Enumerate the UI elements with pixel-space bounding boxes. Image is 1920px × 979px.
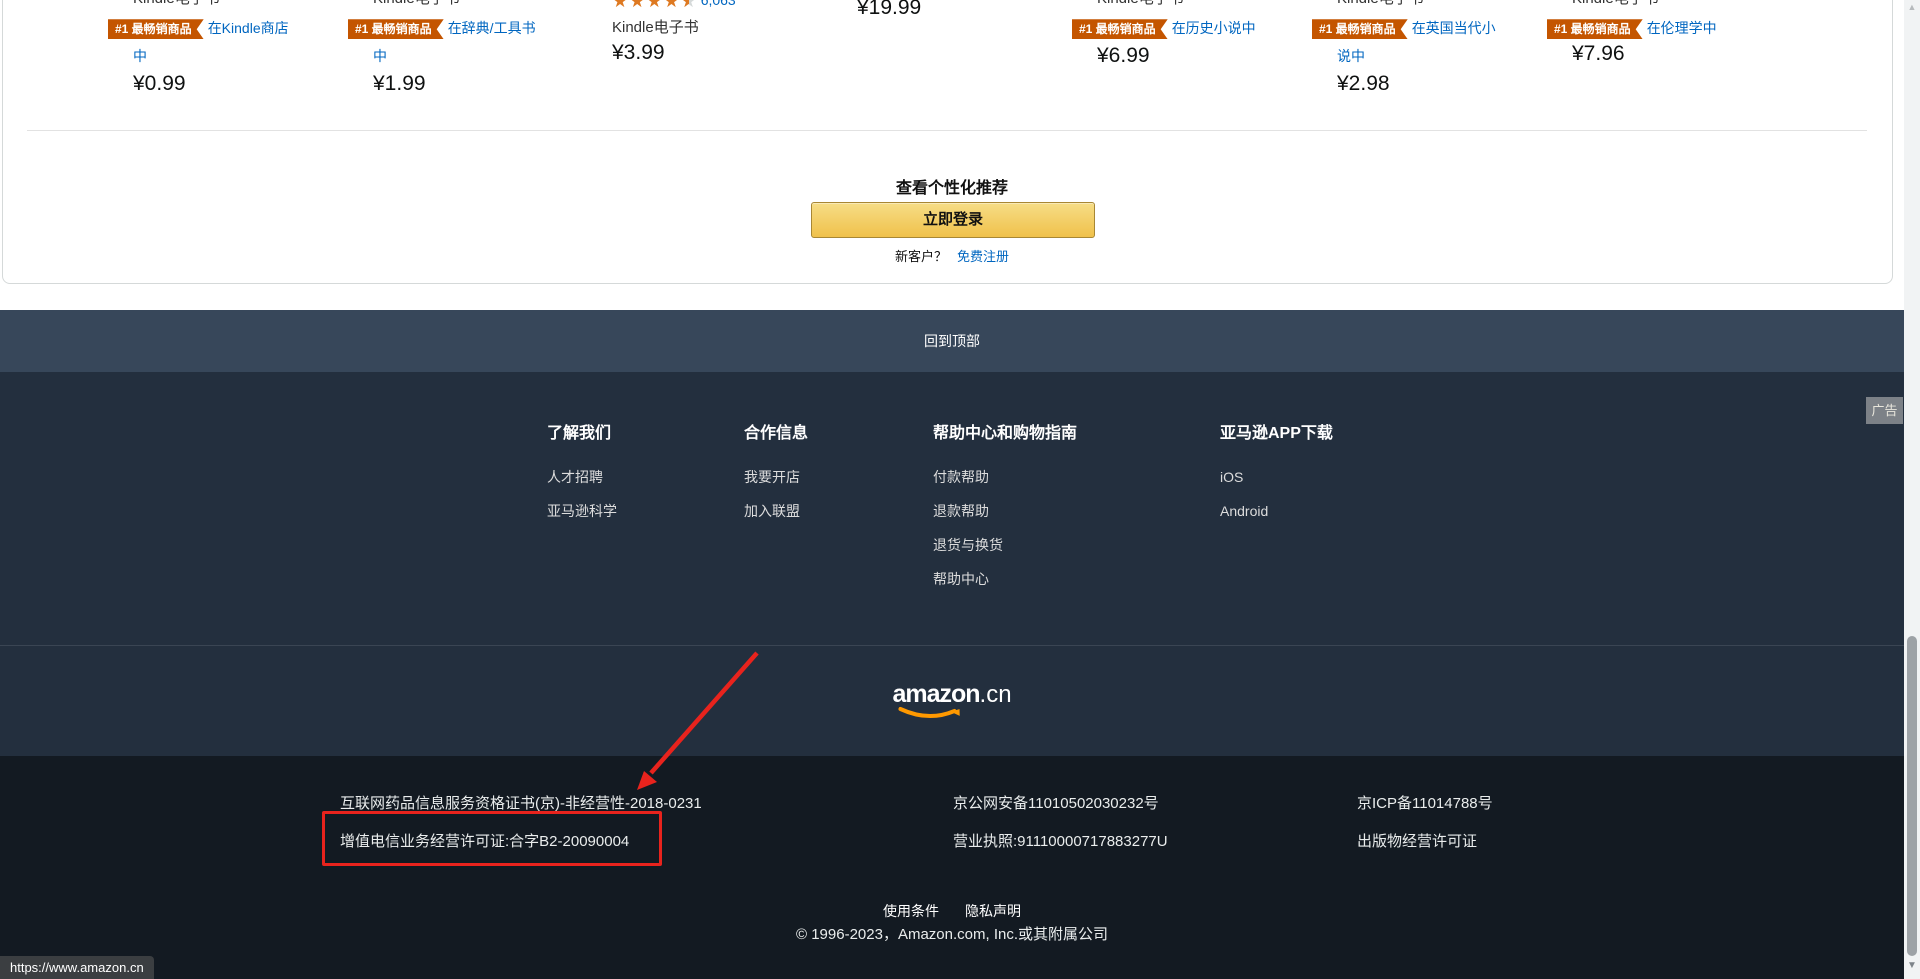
product-price: ¥2.98 (1337, 72, 1500, 96)
footer-legal-band: 互联网药品信息服务资格证书(京)-非经营性-2018-0231 增值电信业务经营… (0, 756, 1904, 979)
product-title[interactable]: Kindle电子书 (1337, 0, 1500, 8)
product-card[interactable]: ★★★★★★ 6,063 Kindle电子书 ¥3.99 (612, 0, 812, 65)
footer-column-app: 亚马逊APP下载 iOS Android (1220, 422, 1333, 528)
product-price: ¥19.99 (857, 0, 1020, 20)
back-to-top-bar[interactable]: 回到顶部 (0, 310, 1904, 372)
bestseller-badge: #1 最畅销商品 (1072, 19, 1168, 39)
bestseller-badge: #1 最畅销商品 (1547, 19, 1643, 39)
footer-logo-band: amazon.cn (0, 645, 1904, 756)
category-link[interactable]: 在伦理学中 (1647, 20, 1717, 36)
footer-link[interactable]: 亚马逊科学 (547, 494, 617, 528)
footer-column-partners: 合作信息 我要开店 加入联盟 (744, 422, 808, 528)
sign-in-button[interactable]: 立即登录 (811, 202, 1095, 238)
category-link[interactable]: 在历史小说中 (1172, 20, 1256, 36)
annotation-highlight-box (322, 811, 662, 866)
footer-link[interactable]: 人才招聘 (547, 460, 617, 494)
register-link[interactable]: 免费注册 (957, 249, 1009, 264)
product-price: ¥1.99 (373, 72, 536, 96)
product-card[interactable]: ¥19.99 (857, 0, 1020, 20)
product-price: ¥3.99 (612, 41, 812, 65)
terms-of-use-link[interactable]: 使用条件 (883, 903, 939, 919)
footer-link[interactable]: iOS (1220, 460, 1333, 494)
footer-link[interactable]: 帮助中心 (933, 562, 1077, 596)
scrollbar-thumb[interactable] (1907, 636, 1917, 956)
privacy-notice-link[interactable]: 隐私声明 (965, 903, 1021, 919)
footer-link[interactable]: 退款帮助 (933, 494, 1077, 528)
footer-column-heading: 合作信息 (744, 422, 808, 446)
ad-label: 广告 (1866, 397, 1903, 424)
footer-column-about: 了解我们 人才招聘 亚马逊科学 (547, 422, 617, 528)
business-license-text: 营业执照:91110000717883277U (953, 833, 1168, 851)
footer-column-heading: 亚马逊APP下载 (1220, 422, 1333, 446)
publication-license-text: 出版物经营许可证 (1357, 833, 1477, 851)
footer-link[interactable]: Android (1220, 494, 1333, 528)
footer-links-section: 了解我们 人才招聘 亚马逊科学 合作信息 我要开店 加入联盟 帮助中心和购物指南… (0, 372, 1904, 645)
product-title[interactable]: Kindle电子书 (1572, 0, 1735, 8)
footer-column-heading: 帮助中心和购物指南 (933, 422, 1077, 446)
footer-column-heading: 了解我们 (547, 422, 617, 446)
icp-license-link[interactable]: 京ICP备11014788号 (1357, 795, 1493, 813)
bestseller-badge: #1 最畅销商品 (1312, 19, 1408, 39)
personalized-recommendations-heading: 查看个性化推荐 (0, 174, 1904, 198)
product-price: ¥0.99 (133, 72, 296, 96)
footer-link[interactable]: 加入联盟 (744, 494, 808, 528)
scrollbar-up-icon[interactable]: ▲ (1904, 2, 1920, 12)
rating-count-link[interactable]: 6,063 (701, 0, 736, 8)
browser-status-url: https://www.amazon.cn (0, 956, 154, 979)
footer-link[interactable]: 付款帮助 (933, 460, 1077, 494)
product-card[interactable]: Kindle电子书 #1 最畅销商品在Kindle商店中 ¥0.99 (133, 0, 296, 96)
footer-link[interactable]: 我要开店 (744, 460, 808, 494)
product-card[interactable]: Kindle电子书 #1 最畅销商品在伦理学中 ¥7.96 (1572, 0, 1735, 66)
bestseller-badge: #1 最畅销商品 (348, 19, 444, 39)
amazon-cn-page: Kindle电子书 #1 最畅销商品在Kindle商店中 ¥0.99 Kindl… (0, 0, 1920, 979)
product-title[interactable]: Kindle电子书 (1097, 0, 1260, 8)
product-card[interactable]: Kindle电子书 #1 最畅销商品在英国当代小说中 ¥2.98 (1337, 0, 1500, 96)
bestseller-badge: #1 最畅销商品 (108, 19, 204, 39)
card-divider (27, 130, 1867, 131)
product-title[interactable]: Kindle电子书 (373, 0, 536, 8)
product-card[interactable]: Kindle电子书 #1 最畅销商品在辞典/工具书中 ¥1.99 (373, 0, 536, 96)
amazon-cn-logo[interactable]: amazon.cn (892, 680, 1011, 709)
footer-column-help: 帮助中心和购物指南 付款帮助 退款帮助 退货与换货 帮助中心 (933, 422, 1077, 596)
new-customer-label: 新客户？ (895, 249, 947, 264)
scrollbar-down-icon[interactable]: ▼ (1904, 960, 1920, 971)
product-price: ¥7.96 (1572, 42, 1735, 66)
police-record-link[interactable]: 京公网安备11010502030232号 (953, 795, 1159, 813)
copyright-text: © 1996-2023，Amazon.com, Inc.或其附属公司 (0, 923, 1904, 944)
amazon-smile-icon (898, 706, 964, 722)
product-title[interactable]: Kindle电子书 (612, 19, 812, 37)
product-price: ¥6.99 (1097, 44, 1260, 68)
star-rating-icon: ★★★★ (612, 0, 681, 11)
half-star-icon: ★★ (681, 0, 697, 11)
product-title[interactable]: Kindle电子书 (133, 0, 296, 8)
vertical-scrollbar[interactable]: ▲ ▼ (1904, 0, 1920, 979)
footer-link[interactable]: 退货与换货 (933, 528, 1077, 562)
product-card[interactable]: Kindle电子书 #1 最畅销商品在历史小说中 ¥6.99 (1097, 0, 1260, 68)
